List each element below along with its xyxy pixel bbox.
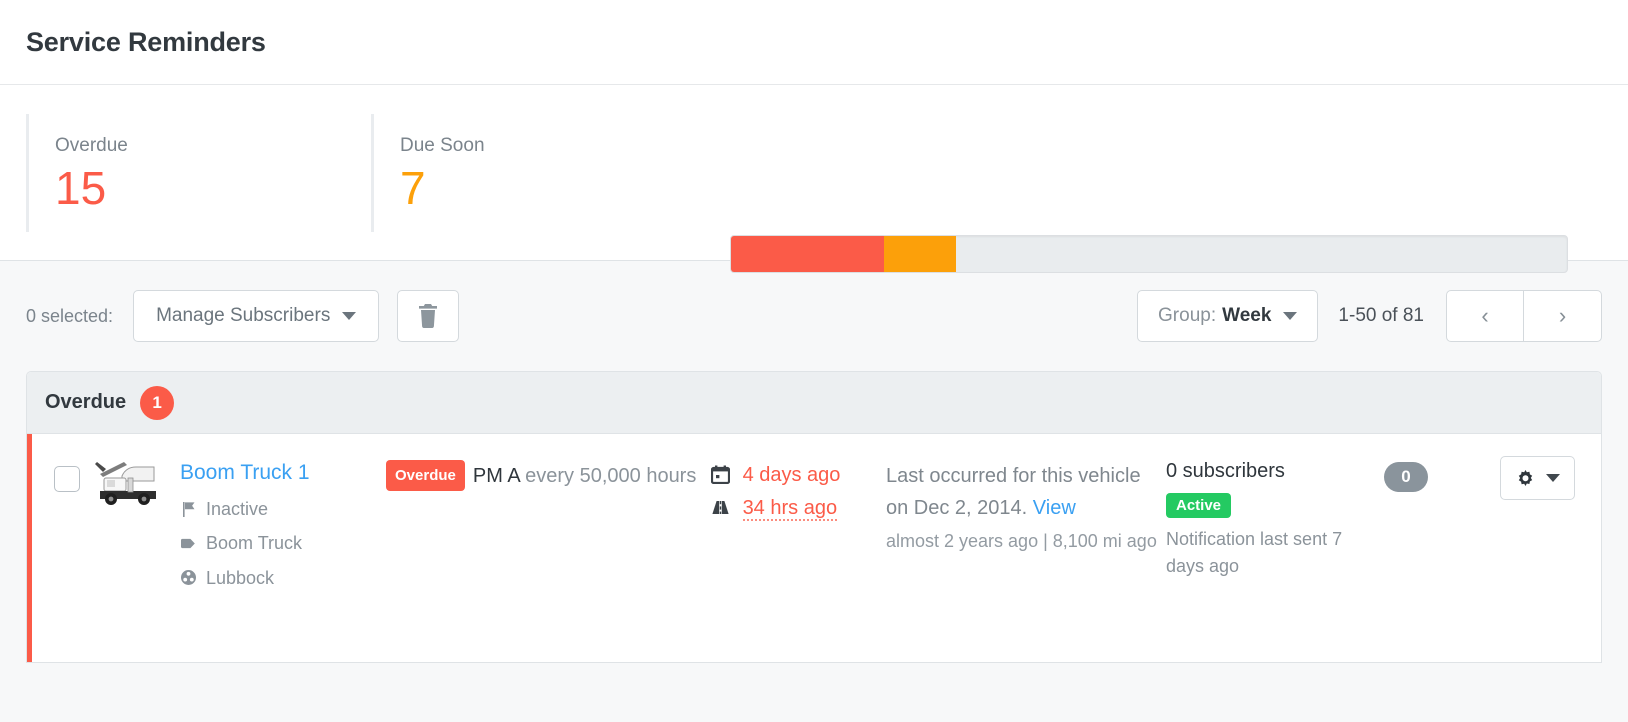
row-select-cell [32,456,94,492]
pagination-prev-button[interactable]: ‹ [1446,290,1524,342]
calendar-icon [711,465,730,484]
vehicle-cell: Boom Truck 1 Inactive Boom Truck [174,456,386,595]
stats-group: Overdue 15 Due Soon 7 [26,114,716,232]
tag-icon [180,535,197,552]
pagination-controls: ‹ › [1446,290,1602,342]
attachment-count-badge[interactable]: 0 [1384,462,1428,492]
list-toolbar: 0 selected: Manage Subscribers Group: We… [0,261,1628,371]
vehicle-type-line: Boom Truck [180,526,386,560]
pagination-count: 1-50 of 81 [1338,305,1424,327]
last-occurred-cell: Last occurred for this vehicle on Dec 2,… [886,456,1166,556]
pagination-next-button[interactable]: › [1524,290,1602,342]
page-title: Service Reminders [26,27,266,58]
vehicle-thumbnail-cell [94,456,174,508]
reminders-progress-bar [730,235,1568,273]
vehicle-status-label: Inactive [206,492,268,526]
progress-segment-overdue [731,236,884,272]
due-date-line: 4 days ago [711,460,886,491]
last-occurred-text: Last occurred for this vehicle on Dec 2,… [886,465,1141,519]
manage-subscribers-button[interactable]: Manage Subscribers [133,290,379,342]
group-icon [180,569,197,586]
selected-count-label: 0 selected: [26,306,113,327]
gear-icon [1515,468,1536,489]
vehicle-type-label: Boom Truck [206,526,302,560]
stat-overdue-label: Overdue [55,135,351,157]
due-date-text: 4 days ago [743,464,841,486]
due-meter-text: 34 hrs ago [743,497,838,521]
notification-sent-text: Notification last sent 7 days ago [1166,526,1366,580]
stat-overdue[interactable]: Overdue 15 [26,114,371,232]
vehicle-name-link[interactable]: Boom Truck 1 [180,460,386,486]
service-reminders-page: Service Reminders Overdue 15 Due Soon 7 … [0,0,1628,722]
vehicle-status-line: Inactive [180,492,386,526]
due-cell: 4 days ago 34 hrs ago [711,456,886,526]
service-program-cell: Overdue PM A every 50,000 hours [386,456,711,492]
subscribers-cell: 0 subscribers Active Notification last s… [1166,456,1366,580]
service-program-interval: every 50,000 hours [525,465,696,487]
delete-button[interactable] [397,290,459,342]
vehicle-location-label: Lubbock [206,561,274,595]
attachment-count-cell: 0 [1366,456,1446,492]
vehicle-location-line: Lubbock [180,561,386,595]
page-header: Service Reminders [0,0,1628,85]
status-badge-active: Active [1166,493,1231,518]
trash-icon [418,304,438,328]
manage-subscribers-label: Manage Subscribers [156,305,330,327]
stat-overdue-value: 15 [55,165,351,211]
last-occurred-view-link[interactable]: View [1033,497,1076,519]
due-meter-line: 34 hrs ago [711,493,886,524]
status-badge-overdue: Overdue [386,460,465,491]
service-program-name: PM A [473,465,520,487]
last-occurred-subtext: almost 2 years ago | 8,100 mi ago [886,528,1166,556]
group-by-value: Week [1222,305,1271,327]
progress-segment-due-soon [884,236,956,272]
stat-due-soon[interactable]: Due Soon 7 [371,114,716,232]
group-by-button[interactable]: Group: Week [1137,290,1318,342]
row-actions-cell [1500,456,1601,500]
toolbar-right-group: Group: Week 1-50 of 81 ‹ › [1137,290,1602,342]
group-header-title: Overdue [45,391,126,414]
stats-band: Overdue 15 Due Soon 7 [0,85,1628,261]
reminders-list-card: Overdue 1 [26,371,1602,663]
boom-truck-thumbnail-icon [94,456,160,508]
reminders-progress-wrapper [730,235,1568,273]
group-header-count-badge: 1 [140,386,174,420]
chevron-down-icon [342,312,356,320]
group-header-overdue[interactable]: Overdue 1 [27,372,1601,434]
row-actions-button[interactable] [1500,456,1575,500]
stat-due-soon-value: 7 [400,165,696,211]
stat-due-soon-label: Due Soon [400,135,696,157]
subscribers-count: 0 subscribers [1166,460,1366,483]
chevron-down-icon [1546,474,1560,482]
road-icon [711,498,730,517]
chevron-down-icon [1283,312,1297,320]
group-by-label: Group: [1158,305,1216,327]
table-row[interactable]: Boom Truck 1 Inactive Boom Truck [27,434,1601,662]
flag-icon [180,501,197,518]
row-checkbox[interactable] [54,466,80,492]
